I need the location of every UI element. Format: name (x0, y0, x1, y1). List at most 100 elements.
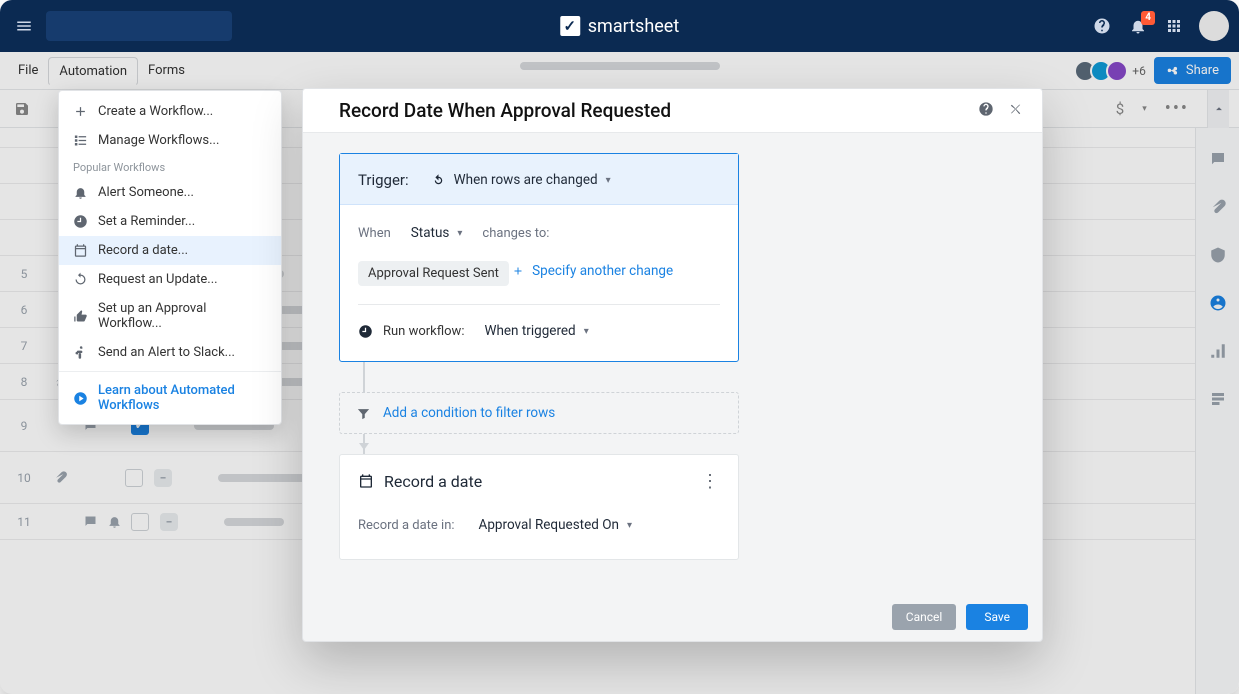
menu-create-workflow[interactable]: Create a Workflow... (59, 97, 281, 126)
activity-panel-icon[interactable] (1209, 294, 1227, 316)
avatar-overflow-count: +6 (1132, 64, 1146, 78)
chevron-down-icon: ▾ (584, 326, 589, 337)
action-field-select[interactable]: Approval Requested On ▾ (469, 513, 642, 537)
menu-set-reminder[interactable]: Set a Reminder... (59, 207, 281, 236)
condition-card[interactable]: Add a condition to filter rows (339, 392, 739, 434)
action-menu-icon[interactable]: ⋮ (700, 471, 720, 491)
share-button-label: Share (1186, 63, 1219, 78)
chevron-down-icon: ▾ (606, 175, 611, 186)
brand-text: smartsheet (588, 16, 679, 37)
currency-icon[interactable]: $ (1116, 100, 1124, 118)
brand-logo: smartsheet (560, 16, 679, 37)
row-number: 7 (0, 339, 48, 353)
chevron-down-icon: ▾ (457, 228, 462, 239)
menu-item-label: Manage Workflows... (98, 133, 219, 148)
action-field-label: Record a date in: (358, 518, 455, 533)
clock-icon (358, 324, 373, 339)
save-icon[interactable] (10, 97, 34, 121)
menu-file[interactable]: File (8, 57, 48, 84)
filter-icon (356, 406, 371, 421)
minus-icon[interactable]: − (154, 469, 172, 487)
menu-item-label: Alert Someone... (98, 185, 194, 200)
apps-icon[interactable] (1163, 15, 1185, 37)
row-number: 8 (0, 375, 48, 389)
row-checkbox[interactable] (131, 513, 149, 531)
run-workflow-value: When triggered (484, 323, 575, 339)
menu-item-label: Learn about Automated Workflows (98, 383, 267, 413)
comment-icon[interactable] (78, 514, 102, 529)
menu-item-label: Request an Update... (98, 272, 218, 287)
notifications-icon[interactable]: 4 (1127, 15, 1149, 37)
menu-item-label: Set up an Approval Workflow... (98, 301, 267, 331)
menu-record-date[interactable]: Record a date... (59, 236, 281, 265)
collaborator-avatars[interactable]: +6 (1080, 60, 1146, 82)
right-rail (1195, 128, 1239, 694)
automation-dropdown: Create a Workflow... Manage Workflows...… (58, 90, 282, 425)
add-change-label: Specify another change (532, 263, 673, 279)
automation-panel-icon[interactable] (1209, 342, 1227, 364)
menu-send-alert-slack[interactable]: Send an Alert to Slack... (59, 338, 281, 367)
trigger-label: Trigger: (358, 171, 409, 189)
forms-panel-icon[interactable] (1209, 390, 1227, 412)
add-change-link[interactable]: Specify another change (512, 263, 673, 279)
row-number: 10 (0, 471, 48, 485)
workflow-modal: Record Date When Approval Requested Trig… (302, 88, 1043, 642)
user-avatar[interactable] (1199, 11, 1229, 41)
trigger-value-pill[interactable]: Approval Request Sent (358, 261, 509, 286)
search-input[interactable] (46, 11, 232, 41)
action-field-value: Approval Requested On (479, 517, 619, 533)
trigger-card: Trigger: When rows are changed ▾ When St… (339, 153, 739, 362)
trigger-field-select[interactable]: Status ▾ (401, 221, 473, 245)
trigger-value: When rows are changed (454, 172, 598, 188)
sheet-drag-handle (520, 62, 720, 70)
row-checkbox[interactable] (125, 469, 143, 487)
modal-help-icon[interactable] (978, 101, 994, 121)
notification-count: 4 (1141, 11, 1155, 25)
currency-chevron-icon[interactable]: ▾ (1142, 104, 1147, 114)
menu-item-label: Record a date... (98, 243, 188, 258)
share-button[interactable]: Share (1154, 57, 1231, 84)
cancel-button[interactable]: Cancel (892, 604, 957, 630)
trigger-changes-to-label: changes to: (482, 226, 549, 241)
trigger-when-label: When (358, 226, 391, 241)
menu-approval-workflow[interactable]: Set up an Approval Workflow... (59, 294, 281, 338)
modal-title: Record Date When Approval Requested (339, 99, 964, 122)
menu-request-update[interactable]: Request an Update... (59, 265, 281, 294)
modal-close-icon[interactable] (1008, 101, 1024, 121)
save-button[interactable]: Save (966, 604, 1028, 630)
row-number: 11 (0, 515, 48, 529)
proof-panel-icon[interactable] (1209, 246, 1227, 268)
action-title: Record a date (384, 472, 690, 491)
row-number: 9 (0, 419, 48, 433)
collapse-panel-icon[interactable] (1207, 90, 1229, 128)
trigger-select[interactable]: When rows are changed ▾ (421, 168, 621, 192)
smartsheet-logo-icon (560, 16, 580, 36)
menu-forms[interactable]: Forms (138, 57, 195, 84)
menu-automation[interactable]: Automation (48, 57, 138, 86)
chevron-down-icon: ▾ (627, 520, 632, 531)
trigger-field-value: Status (411, 225, 450, 241)
row-number: 5 (0, 267, 48, 281)
minus-icon[interactable]: − (160, 513, 178, 531)
calendar-icon (358, 473, 374, 489)
action-card: Record a date ⋮ Record a date in: Approv… (339, 454, 739, 560)
run-workflow-label: Run workflow: (383, 324, 464, 339)
menu-section-heading: Popular Workflows (59, 155, 281, 178)
help-icon[interactable] (1091, 15, 1113, 37)
avatar (1106, 60, 1128, 82)
more-icon[interactable]: ••• (1165, 98, 1189, 119)
hamburger-menu[interactable] (10, 12, 38, 40)
add-condition-link: Add a condition to filter rows (383, 405, 555, 421)
comments-panel-icon[interactable] (1209, 150, 1227, 172)
menu-item-label: Send an Alert to Slack... (98, 345, 235, 360)
attachments-panel-icon[interactable] (1209, 198, 1227, 220)
menu-item-label: Set a Reminder... (98, 214, 195, 229)
menu-alert-someone[interactable]: Alert Someone... (59, 178, 281, 207)
run-workflow-select[interactable]: When triggered ▾ (474, 319, 598, 343)
reminder-icon[interactable] (102, 514, 126, 529)
menu-learn-workflows[interactable]: Learn about Automated Workflows (59, 376, 281, 420)
menu-manage-workflows[interactable]: Manage Workflows... (59, 126, 281, 155)
attachment-icon[interactable] (48, 470, 72, 485)
menu-item-label: Create a Workflow... (98, 104, 213, 119)
row-number: 6 (0, 303, 48, 317)
